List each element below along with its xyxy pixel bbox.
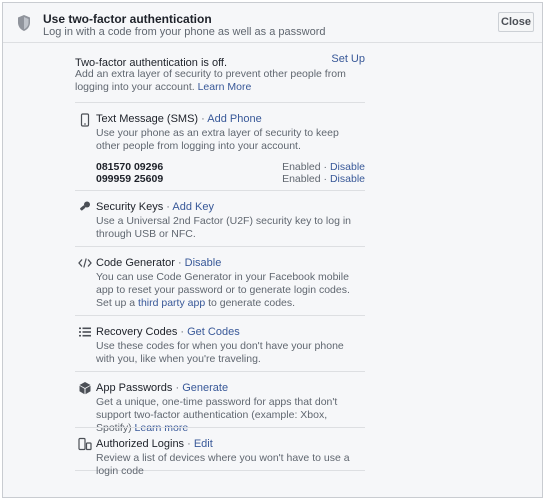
recovery-title-text: Recovery Codes <box>96 326 178 338</box>
sms-separator: · <box>198 113 208 125</box>
method-security-keys: Security Keys · Add Key Use a Universal … <box>75 190 365 246</box>
status-description: Add an extra layer of security to preven… <box>75 68 365 94</box>
get-codes-link[interactable]: Get Codes <box>187 326 240 338</box>
phone-status-separator: · <box>320 173 330 185</box>
apppw-separator: · <box>172 382 183 394</box>
method-security-keys-description: Use a Universal 2nd Factor (U2F) securit… <box>96 215 352 240</box>
phone-row: 081570 09296 Enabled · Disable <box>96 161 365 173</box>
shield-icon <box>18 15 30 31</box>
code-icon <box>78 258 92 268</box>
method-sms-title: Text Message (SMS) · Add Phone <box>96 112 365 126</box>
add-key-link[interactable]: Add Key <box>172 201 214 213</box>
method-authorized-logins-description: Review a list of devices where you won't… <box>96 452 350 477</box>
status-section: Two-factor authentication is off. Set Up… <box>75 53 365 94</box>
panel-title: Use two-factor authentication <box>43 12 212 26</box>
phone-list: 081570 09296 Enabled · Disable 099959 25… <box>96 161 365 185</box>
phone-status-text: Enabled <box>282 173 321 185</box>
phone-number: 081570 09296 <box>96 161 164 173</box>
method-sms-description: Use your phone as an extra layer of secu… <box>96 127 339 152</box>
two-factor-panel: Use two-factor authentication Log in wit… <box>2 2 543 498</box>
learn-more-link[interactable]: Learn More <box>198 81 252 93</box>
codegen-separator: · <box>174 257 185 269</box>
phone-status: Enabled · Disable <box>282 173 365 185</box>
disable-codegen-link[interactable]: Disable <box>185 257 222 269</box>
cube-icon <box>79 382 91 395</box>
method-code-generator-description: You can use Code Generator in your Faceb… <box>96 271 365 310</box>
third-party-app-link[interactable]: third party app <box>138 297 205 309</box>
apppw-title-text: App Passwords <box>96 382 173 394</box>
recovery-separator: · <box>177 326 188 338</box>
method-code-generator: Code Generator · Disable You can use Cod… <box>75 246 365 315</box>
edit-logins-link[interactable]: Edit <box>194 438 213 450</box>
codegen-description-end: to generate codes. <box>205 297 296 309</box>
logins-title-text: Authorized Logins <box>96 438 185 450</box>
list-icon <box>79 327 91 337</box>
method-app-passwords: App Passwords · Generate Get a unique, o… <box>75 371 365 434</box>
close-button[interactable]: Close <box>498 12 534 32</box>
security-key-icon <box>80 201 90 211</box>
panel-header: Use two-factor authentication Log in wit… <box>3 3 542 43</box>
phone-row: 099959 25609 Enabled · Disable <box>96 173 365 185</box>
disable-phone-link[interactable]: Disable <box>330 161 365 173</box>
setup-link[interactable]: Set Up <box>331 53 365 65</box>
panel-subtitle: Log in with a code from your phone as we… <box>43 26 326 38</box>
method-recovery-codes-title: Recovery Codes · Get Codes <box>96 325 365 339</box>
status-text: Two-factor authentication is off. <box>75 57 228 69</box>
methods-list: Text Message (SMS) · Add Phone Use your … <box>75 102 365 477</box>
codegen-title-text: Code Generator <box>96 257 175 269</box>
method-sms: Text Message (SMS) · Add Phone Use your … <box>75 102 365 190</box>
generate-link[interactable]: Generate <box>182 382 228 394</box>
status-row: Two-factor authentication is off. Set Up <box>75 53 365 69</box>
devices-icon <box>78 437 92 451</box>
phone-status: Enabled · Disable <box>282 161 365 173</box>
method-code-generator-title: Code Generator · Disable <box>96 256 365 270</box>
disable-phone-link[interactable]: Disable <box>330 173 365 185</box>
phone-number: 099959 25609 <box>96 173 164 185</box>
method-recovery-codes-description: Use these codes for when you don't have … <box>96 340 344 365</box>
phone-status-text: Enabled <box>282 161 321 173</box>
sms-title-text: Text Message (SMS) <box>96 113 199 125</box>
method-app-passwords-title: App Passwords · Generate <box>96 381 365 395</box>
method-security-keys-title: Security Keys · Add Key <box>96 200 365 214</box>
keys-title-text: Security Keys <box>96 201 164 213</box>
method-recovery-codes: Recovery Codes · Get Codes Use these cod… <box>75 315 365 371</box>
mobile-phone-icon <box>80 113 90 127</box>
method-authorized-logins-title: Authorized Logins · Edit <box>96 437 365 451</box>
logins-separator: · <box>184 438 194 450</box>
add-phone-link[interactable]: Add Phone <box>207 113 261 125</box>
phone-status-separator: · <box>320 161 330 173</box>
method-authorized-logins: Authorized Logins · Edit Review a list o… <box>75 427 365 477</box>
